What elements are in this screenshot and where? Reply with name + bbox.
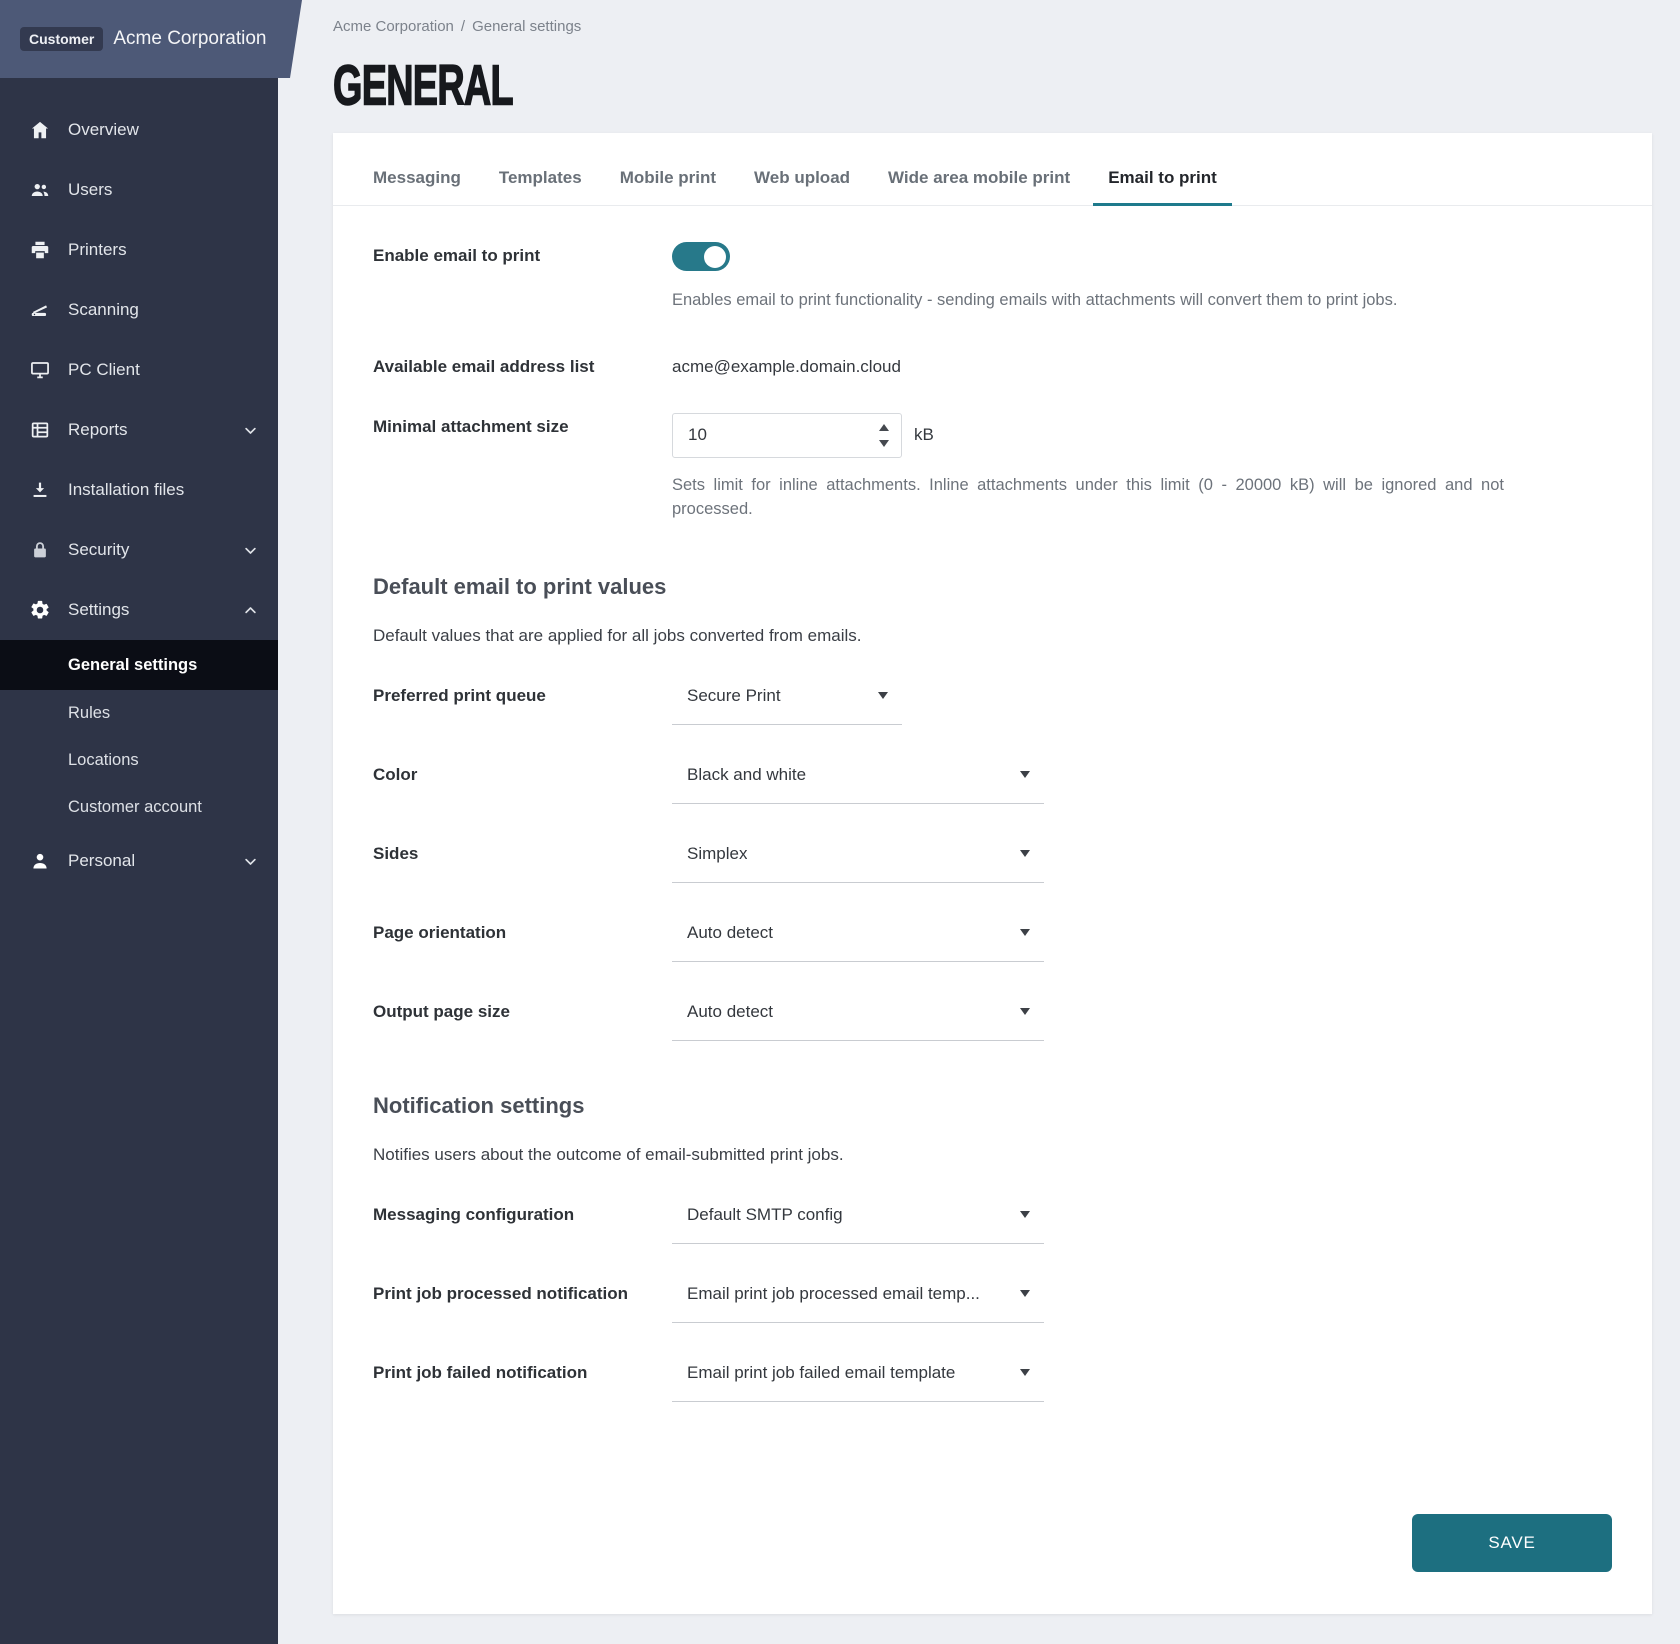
min-attachment-label: Minimal attachment size	[373, 413, 672, 437]
breadcrumb-current: General settings	[472, 18, 581, 35]
report-table-icon	[29, 419, 51, 441]
enable-email-help: Enables email to print functionality - s…	[672, 289, 1612, 313]
sides-label: Sides	[373, 840, 672, 864]
customer-name: Acme Corporation	[113, 28, 266, 50]
dropdown-caret-icon	[1020, 771, 1030, 778]
main-content: Acme Corporation / General settings GENERA…	[278, 0, 1680, 1644]
enable-email-toggle[interactable]	[672, 242, 730, 271]
sidebar: Customer Acme Corporation Overview Users	[0, 0, 278, 1644]
sidebar-item-users[interactable]: Users	[0, 160, 278, 220]
tab-panel-email-to-print: Enable email to print Enables email to p…	[333, 206, 1652, 1572]
tab-bar: Messaging Templates Mobile print Web upl…	[333, 133, 1652, 206]
preferred-print-queue-select[interactable]: Secure Print	[672, 682, 902, 725]
dropdown-caret-icon	[878, 692, 888, 699]
sidebar-item-settings[interactable]: Settings	[0, 580, 278, 640]
page-orientation-label: Page orientation	[373, 919, 672, 943]
min-attachment-input[interactable]	[672, 413, 902, 458]
color-select[interactable]: Black and white	[672, 761, 1044, 804]
sidebar-item-scanning[interactable]: Scanning	[0, 280, 278, 340]
output-page-size-select[interactable]: Auto detect	[672, 998, 1044, 1041]
sidebar-item-pc-client[interactable]: PC Client	[0, 340, 278, 400]
sidebar-item-personal[interactable]: Personal	[0, 831, 278, 891]
sidebar-item-general-settings[interactable]: General settings	[0, 640, 278, 690]
settings-submenu: General settings Rules Locations Custome…	[0, 640, 278, 831]
sidebar-item-security[interactable]: Security	[0, 520, 278, 580]
section-title-notifications: Notification settings	[373, 1093, 1612, 1119]
dropdown-caret-icon	[1020, 929, 1030, 936]
toggle-knob	[704, 246, 726, 268]
output-page-size-label: Output page size	[373, 998, 672, 1022]
person-icon	[29, 850, 51, 872]
chevron-down-icon	[243, 423, 258, 438]
unit-label: kB	[914, 425, 934, 445]
users-icon	[29, 179, 51, 201]
sidebar-nav: Overview Users Printers Scanning	[0, 0, 278, 891]
scanner-icon	[29, 299, 51, 321]
dropdown-caret-icon	[1020, 850, 1030, 857]
settings-card: Messaging Templates Mobile print Web upl…	[333, 133, 1652, 1614]
page-title: GENERAL	[333, 58, 1256, 114]
sidebar-item-rules[interactable]: Rules	[0, 690, 278, 737]
sidebar-item-overview[interactable]: Overview	[0, 100, 278, 160]
email-list-value: acme@example.domain.cloud	[672, 353, 1612, 377]
tab-templates[interactable]: Templates	[484, 153, 597, 205]
customer-header: Customer Acme Corporation	[0, 0, 302, 78]
print-job-processed-select[interactable]: Email print job processed email temp...	[672, 1280, 1044, 1323]
dropdown-caret-icon	[1020, 1211, 1030, 1218]
dropdown-caret-icon	[1020, 1290, 1030, 1297]
sidebar-item-installation-files[interactable]: Installation files	[0, 460, 278, 520]
color-label: Color	[373, 761, 672, 785]
chevron-down-icon	[243, 854, 258, 869]
tab-mobile-print[interactable]: Mobile print	[605, 153, 731, 205]
breadcrumb: Acme Corporation / General settings	[333, 18, 1652, 35]
gear-icon	[29, 599, 51, 621]
sidebar-item-locations[interactable]: Locations	[0, 737, 278, 784]
dropdown-caret-icon	[1020, 1369, 1030, 1376]
section-title-defaults: Default email to print values	[373, 574, 1612, 600]
app-root: Customer Acme Corporation Overview Users	[0, 0, 1680, 1644]
messaging-configuration-select[interactable]: Default SMTP config	[672, 1201, 1044, 1244]
download-icon	[29, 479, 51, 501]
chevron-up-icon	[243, 603, 258, 618]
preferred-print-queue-label: Preferred print queue	[373, 682, 672, 706]
tab-messaging[interactable]: Messaging	[358, 153, 476, 205]
tab-wide-area-mobile-print[interactable]: Wide area mobile print	[873, 153, 1085, 205]
chevron-down-icon	[243, 543, 258, 558]
stepper-up-button[interactable]	[879, 424, 889, 431]
monitor-icon	[29, 359, 51, 381]
dropdown-caret-icon	[1020, 1008, 1030, 1015]
page-orientation-select[interactable]: Auto detect	[672, 919, 1044, 962]
min-attachment-help: Sets limit for inline attachments. Inlin…	[672, 474, 1504, 522]
email-list-label: Available email address list	[373, 353, 672, 377]
sides-select[interactable]: Simplex	[672, 840, 1044, 883]
customer-badge: Customer	[20, 27, 103, 52]
tab-email-to-print[interactable]: Email to print	[1093, 153, 1232, 205]
section-desc-defaults: Default values that are applied for all …	[373, 626, 1612, 646]
print-job-failed-select[interactable]: Email print job failed email template	[672, 1359, 1044, 1402]
section-desc-notifications: Notifies users about the outcome of emai…	[373, 1145, 1612, 1165]
print-job-processed-label: Print job processed notification	[373, 1280, 672, 1304]
printer-icon	[29, 239, 51, 261]
messaging-configuration-label: Messaging configuration	[373, 1201, 672, 1225]
number-stepper	[879, 413, 889, 458]
sidebar-item-printers[interactable]: Printers	[0, 220, 278, 280]
sidebar-item-customer-account[interactable]: Customer account	[0, 784, 278, 831]
tab-web-upload[interactable]: Web upload	[739, 153, 865, 205]
sidebar-item-reports[interactable]: Reports	[0, 400, 278, 460]
lock-icon	[29, 539, 51, 561]
print-job-failed-label: Print job failed notification	[373, 1359, 672, 1383]
home-icon	[29, 119, 51, 141]
breadcrumb-separator: /	[461, 18, 465, 35]
breadcrumb-customer[interactable]: Acme Corporation	[333, 18, 454, 35]
stepper-down-button[interactable]	[879, 440, 889, 447]
enable-email-label: Enable email to print	[373, 242, 672, 266]
save-button[interactable]: SAVE	[1412, 1514, 1612, 1572]
